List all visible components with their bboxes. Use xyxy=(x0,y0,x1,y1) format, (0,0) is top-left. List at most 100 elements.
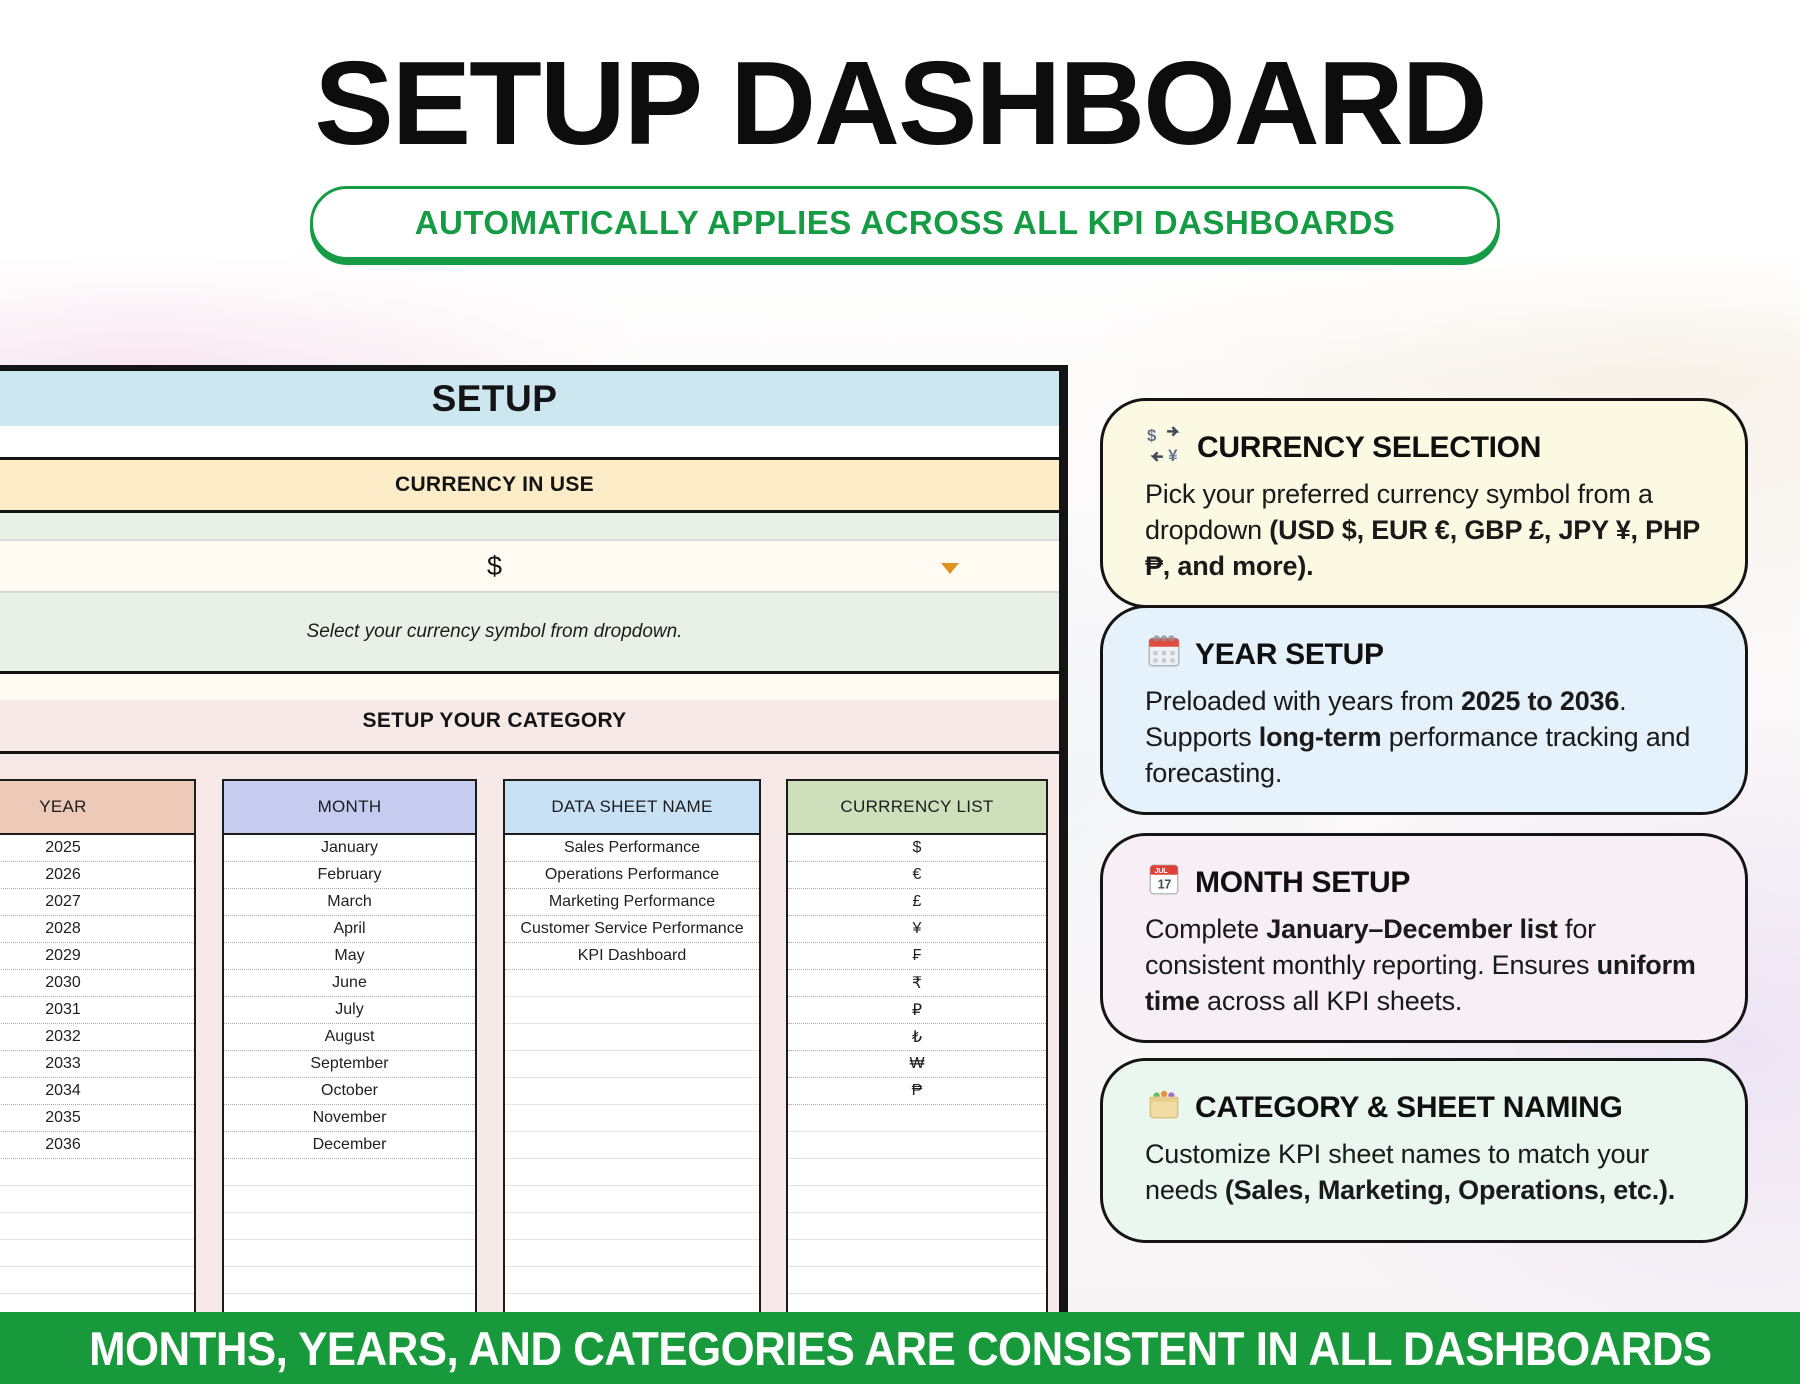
table-row xyxy=(505,1186,759,1213)
table-row: 2026 xyxy=(0,862,194,889)
table-row xyxy=(788,1132,1046,1159)
callout-card-1: $ ¥ CURRENCY SELECTION Pick your preferred … xyxy=(1100,398,1748,608)
category-section-title: SETUP YOUR CATEGORY xyxy=(362,709,627,732)
callout-title-text: MONTH SETUP xyxy=(1195,866,1411,899)
table-row xyxy=(788,1159,1046,1186)
setup-spreadsheet-panel: SETUP CURRENCY IN USE $ Select your curr… xyxy=(0,365,1068,1319)
table-row: 2035 xyxy=(0,1105,194,1132)
table-row xyxy=(505,1159,759,1186)
table-row xyxy=(505,1240,759,1267)
table-header-year: YEAR xyxy=(0,781,194,835)
table-row: December xyxy=(224,1132,475,1159)
svg-text:$: $ xyxy=(1147,426,1157,445)
calendar-date-icon: JUL 17 xyxy=(1145,860,1183,906)
table-row: ₺ xyxy=(788,1024,1046,1051)
category-table-month: MONTH January February March April May June Jul… xyxy=(222,779,477,1319)
currency-in-use-label: CURRENCY IN USE xyxy=(395,473,594,496)
table-row: Operations Performance xyxy=(505,862,759,889)
spiral-calendar-icon xyxy=(1145,632,1183,678)
table-row: Marketing Performance xyxy=(505,889,759,916)
callout-title: CATEGORY & SHEET NAMING xyxy=(1145,1085,1703,1131)
table-row: 2033 xyxy=(0,1051,194,1078)
table-row: February xyxy=(224,862,475,889)
currency-dropdown[interactable]: $ xyxy=(0,539,1059,593)
callout-title: YEAR SETUP xyxy=(1145,632,1703,678)
currency-exchange-icon: $ ¥ xyxy=(1145,425,1185,471)
table-row xyxy=(0,1186,194,1213)
table-row: August xyxy=(224,1024,475,1051)
chevron-down-icon[interactable] xyxy=(941,563,959,574)
table-row xyxy=(224,1213,475,1240)
table-row: ₣ xyxy=(788,943,1046,970)
currency-selected-value: $ xyxy=(486,550,503,581)
table-row xyxy=(505,1051,759,1078)
table-row xyxy=(505,997,759,1024)
callout-body: Preloaded with years from 2025 to 2036. … xyxy=(1145,686,1691,788)
table-row: 2025 xyxy=(0,835,194,862)
table-row xyxy=(505,1267,759,1294)
table-row xyxy=(788,1213,1046,1240)
table-row xyxy=(224,1240,475,1267)
callout-card-3: JUL 17 MONTH SETUP Complete January–Decembe… xyxy=(1100,833,1748,1043)
table-row: 2032 xyxy=(0,1024,194,1051)
divider xyxy=(0,751,1059,754)
table-row: ₱ xyxy=(788,1078,1046,1105)
callout-title: JUL 17 MONTH SETUP xyxy=(1145,860,1703,906)
table-row xyxy=(505,1105,759,1132)
category-table-data-sheet-name: DATA SHEET NAME Sales Performance Operatio… xyxy=(503,779,761,1319)
table-row xyxy=(224,1267,475,1294)
table-row xyxy=(788,1267,1046,1294)
table-row: October xyxy=(224,1078,475,1105)
table-row: April xyxy=(224,916,475,943)
footer-banner-label: MONTHS, YEARS, AND CATEGORIES ARE CONSIS… xyxy=(88,1321,1712,1375)
table-row: Customer Service Performance xyxy=(505,916,759,943)
table-row: Sales Performance xyxy=(505,835,759,862)
table-row: 2031 xyxy=(0,997,194,1024)
table-row: March xyxy=(224,889,475,916)
callout-body: Pick your preferred currency symbol from… xyxy=(1145,479,1700,581)
currency-helper-text: Select your currency symbol from dropdow… xyxy=(306,621,683,642)
table-row: ₩ xyxy=(788,1051,1046,1078)
table-row: KPI Dashboard xyxy=(505,943,759,970)
spacer-row xyxy=(0,674,1059,700)
table-row xyxy=(505,1213,759,1240)
table-row: ¥ xyxy=(788,916,1046,943)
callout-card-2: YEAR SETUP Preloaded with years from 2025… xyxy=(1100,605,1748,815)
table-row: 2034 xyxy=(0,1078,194,1105)
spacer-row xyxy=(0,426,1059,457)
table-row: 2030 xyxy=(0,970,194,997)
footer-banner: MONTHS, YEARS, AND CATEGORIES ARE CONSIS… xyxy=(0,1312,1800,1384)
svg-text:JUL: JUL xyxy=(1155,866,1169,875)
table-row: ₹ xyxy=(788,970,1046,997)
currency-helper-row: Select your currency symbol from dropdow… xyxy=(0,593,1059,671)
table-row: $ xyxy=(788,835,1046,862)
table-row: January xyxy=(224,835,475,862)
svg-text:17: 17 xyxy=(1158,878,1172,892)
subtitle-badge: AUTOMATICALLY APPLIES ACROSS ALL KPI DAS… xyxy=(310,186,1500,260)
table-row xyxy=(505,1078,759,1105)
table-row xyxy=(0,1240,194,1267)
table-row: September xyxy=(224,1051,475,1078)
table-row xyxy=(224,1159,475,1186)
callout-title-text: CURRENCY SELECTION xyxy=(1197,431,1542,464)
table-header-currency-list: CURRRENCY LIST xyxy=(788,781,1046,835)
callout-body: Complete January–December list for consi… xyxy=(1145,914,1696,1016)
table-row: May xyxy=(224,943,475,970)
table-row xyxy=(788,1240,1046,1267)
table-row: ₽ xyxy=(788,997,1046,1024)
callout-title-text: YEAR SETUP xyxy=(1195,638,1384,671)
table-row xyxy=(505,1024,759,1051)
sheet-title: SETUP xyxy=(431,377,558,419)
callout-title-text: CATEGORY & SHEET NAMING xyxy=(1195,1091,1623,1124)
subtitle-badge-label: AUTOMATICALLY APPLIES ACROSS ALL KPI DAS… xyxy=(414,204,1396,241)
table-row: 2036 xyxy=(0,1132,194,1159)
category-table-currency-list: CURRRENCY LIST $ € £ ¥ ₣ ₹ ₽ ₺ ₩ ₱ xyxy=(786,779,1048,1319)
spacer-row xyxy=(0,513,1059,539)
callout-title: $ ¥ CURRENCY SELECTION xyxy=(1145,425,1703,471)
callout-body: Customize KPI sheet names to match your … xyxy=(1145,1139,1676,1205)
table-row: £ xyxy=(788,889,1046,916)
table-row xyxy=(505,1132,759,1159)
card-index-icon xyxy=(1145,1085,1183,1131)
table-row xyxy=(788,1186,1046,1213)
table-row: € xyxy=(788,862,1046,889)
